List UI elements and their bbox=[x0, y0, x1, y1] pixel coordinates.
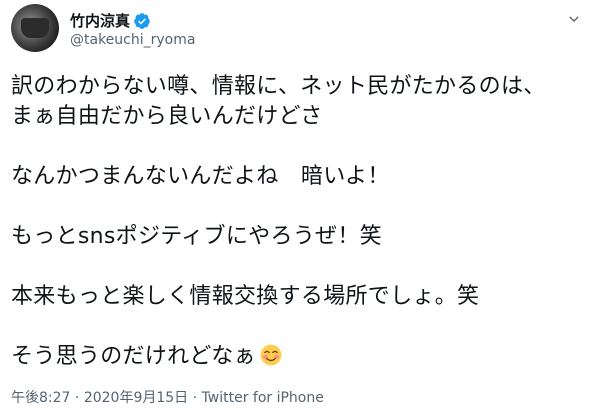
tweet-line: まぁ自由だから良いんだけどさ bbox=[11, 104, 323, 129]
tweet-line-last: そう思うのだけれどなぁ bbox=[11, 342, 586, 372]
avatar[interactable] bbox=[11, 4, 59, 52]
tweet-meta: 午後8:27 · 2020年9月15日 · Twitter for iPhone bbox=[11, 387, 324, 407]
meta-separator: · bbox=[70, 390, 84, 406]
tweet-line: 本来もっと楽しく情報交換する場所でしょ。笑 bbox=[11, 284, 480, 309]
handle[interactable]: @takeuchi_ryoma bbox=[70, 32, 195, 48]
tweet-time[interactable]: 午後8:27 bbox=[11, 390, 70, 406]
meta-separator: · bbox=[188, 390, 202, 406]
tweet-line: なんかつまんないんだよね 暗いよ！ bbox=[11, 164, 390, 189]
tweet-date[interactable]: 2020年9月15日 bbox=[84, 390, 188, 406]
tweet-source[interactable]: Twitter for iPhone bbox=[202, 390, 324, 406]
tweet-card: 竹内涼真 @takeuchi_ryoma 訳のわからない噂、情報に、ネット民がた… bbox=[0, 0, 593, 413]
verified-badge-icon bbox=[134, 12, 150, 29]
avatar-image bbox=[21, 18, 49, 38]
author-name-row: 竹内涼真 bbox=[70, 10, 151, 31]
smiling-face-icon bbox=[260, 344, 282, 366]
display-name[interactable]: 竹内涼真 bbox=[70, 10, 130, 31]
tweet-text: 訳のわからない噂、情報に、ネット民がたかるのは、 まぁ自由だから良いんだけどさ … bbox=[11, 72, 586, 372]
chevron-down-icon[interactable] bbox=[563, 8, 585, 30]
tweet-line: 訳のわからない噂、情報に、ネット民がたかるのは、 bbox=[11, 74, 546, 99]
tweet-line: そう思うのだけれどなぁ bbox=[11, 344, 256, 369]
tweet-line: もっとsnsポジティブにやろうぜ！笑 bbox=[11, 224, 382, 249]
